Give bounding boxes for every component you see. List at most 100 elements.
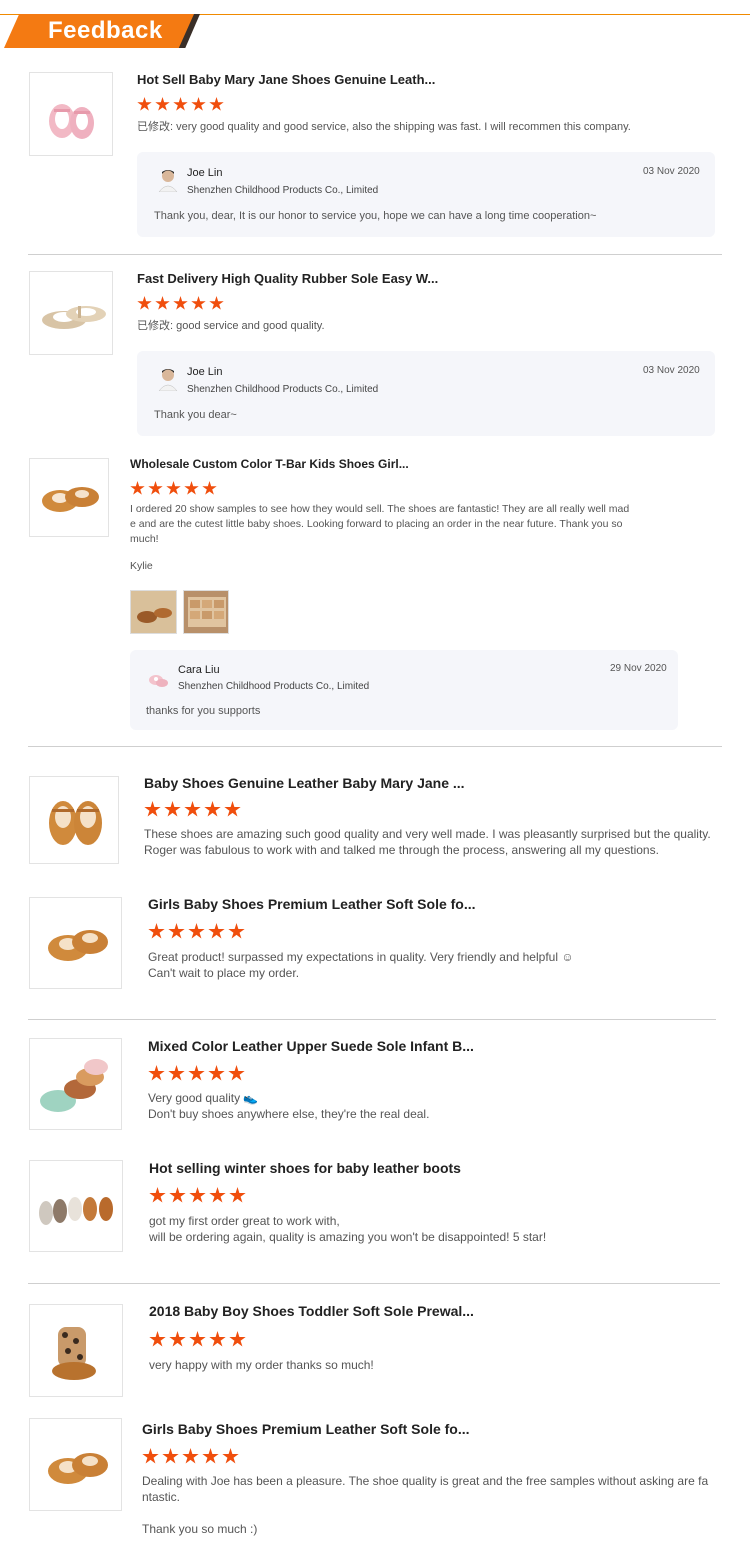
product-title-link[interactable]: 2018 Baby Boy Shoes Toddler Soft Sole Pr… bbox=[149, 1303, 474, 1319]
product-thumbnail[interactable] bbox=[29, 1418, 122, 1511]
edited-label: 已修改: bbox=[137, 320, 174, 332]
product-title-link[interactable]: Wholesale Custom Color T-Bar Kids Shoes … bbox=[130, 457, 409, 471]
review-comment: 已修改: good service and good quality. bbox=[137, 319, 325, 334]
reply-date: 03 Nov 2020 bbox=[643, 365, 700, 376]
review-comment: Dealing with Joe has been a pleasure. Th… bbox=[142, 1473, 708, 1537]
star-icon bbox=[155, 97, 170, 111]
comment-line: ntastic. bbox=[142, 1490, 181, 1504]
star-icon bbox=[169, 1187, 186, 1203]
star-icon bbox=[155, 296, 170, 310]
star-rating bbox=[130, 481, 217, 496]
star-icon bbox=[164, 801, 181, 817]
star-icon bbox=[204, 801, 221, 817]
star-icon bbox=[229, 1187, 246, 1203]
product-title-link[interactable]: Girls Baby Shoes Premium Leather Soft So… bbox=[148, 896, 476, 912]
star-icon bbox=[137, 97, 152, 111]
star-icon bbox=[189, 1187, 206, 1203]
reply-company: Shenzhen Childhood Products Co., Limited bbox=[187, 384, 379, 395]
shoes-photo-icon bbox=[131, 591, 176, 633]
seller-reply: Joe Lin Shenzhen Childhood Products Co.,… bbox=[137, 351, 715, 436]
review-photo[interactable] bbox=[130, 590, 177, 634]
product-title-link[interactable]: Fast Delivery High Quality Rubber Sole E… bbox=[137, 271, 438, 286]
product-thumbnail[interactable] bbox=[29, 72, 113, 156]
star-icon bbox=[137, 296, 152, 310]
star-rating bbox=[144, 801, 241, 818]
star-icon bbox=[229, 1331, 246, 1347]
divider bbox=[28, 1019, 716, 1020]
comment-text: very good quality and good service, also… bbox=[173, 121, 631, 133]
comment-line: Roger was fabulous to work with and talk… bbox=[144, 843, 659, 857]
avatar bbox=[158, 369, 178, 391]
gold-shoe-icon bbox=[42, 306, 106, 329]
star-icon bbox=[191, 97, 206, 111]
comment-line: Can't wait to place my order. bbox=[148, 966, 300, 980]
tan-t-bar-icon bbox=[48, 1453, 108, 1484]
seller-reply: Cara Liu Shenzhen Childhood Products Co.… bbox=[130, 650, 678, 730]
star-icon bbox=[188, 1065, 205, 1081]
product-thumbnail[interactable] bbox=[29, 897, 122, 989]
star-rating bbox=[148, 1065, 245, 1082]
star-icon bbox=[173, 97, 188, 111]
review-comment: got my first order great to work with, w… bbox=[149, 1213, 546, 1245]
product-title-link[interactable]: Hot selling winter shoes for baby leathe… bbox=[149, 1160, 461, 1176]
star-rating bbox=[148, 923, 245, 940]
pink-shoe-icon bbox=[49, 104, 94, 139]
review-comment: very happy with my order thanks so much! bbox=[149, 1357, 374, 1373]
divider bbox=[28, 1283, 720, 1284]
review-comment: I ordered 20 show samples to see how the… bbox=[130, 502, 629, 547]
star-icon bbox=[209, 1187, 226, 1203]
star-icon bbox=[202, 1448, 219, 1464]
comment-line: will be ordering again, quality is amazi… bbox=[149, 1230, 547, 1244]
tan-shoe-icon bbox=[42, 487, 99, 512]
comment-line bbox=[142, 1505, 708, 1521]
star-icon bbox=[184, 481, 199, 495]
comment-line: I ordered 20 show samples to see how the… bbox=[130, 503, 630, 515]
star-icon bbox=[189, 1331, 206, 1347]
product-thumbnail[interactable] bbox=[29, 271, 113, 355]
comment-line: Great product! surpassed my expectations… bbox=[148, 950, 574, 964]
review-comment: These shoes are amazing such good qualit… bbox=[144, 826, 711, 858]
product-title-link[interactable]: Mixed Color Leather Upper Suede Sole Inf… bbox=[148, 1038, 474, 1054]
star-icon bbox=[188, 923, 205, 939]
comment-line: much! bbox=[130, 533, 159, 545]
product-title-link[interactable]: Baby Shoes Genuine Leather Baby Mary Jan… bbox=[144, 775, 465, 791]
star-icon bbox=[166, 481, 181, 495]
comment-line: got my first order great to work with, bbox=[149, 1214, 340, 1228]
comment-text: good service and good quality. bbox=[173, 320, 325, 332]
comment-line: very happy with my order thanks so much! bbox=[149, 1358, 374, 1372]
review-author: Kylie bbox=[130, 560, 153, 572]
comment-line: Don't buy shoes anywhere else, they're t… bbox=[148, 1107, 430, 1121]
product-thumbnail[interactable] bbox=[29, 1038, 122, 1130]
star-icon bbox=[168, 1065, 185, 1081]
reply-company: Shenzhen Childhood Products Co., Limited bbox=[187, 185, 379, 196]
star-icon bbox=[182, 1448, 199, 1464]
product-thumbnail[interactable] bbox=[29, 1160, 123, 1252]
star-rating bbox=[137, 97, 224, 112]
reply-author: Cara Liu bbox=[178, 664, 220, 676]
star-icon bbox=[222, 1448, 239, 1464]
star-icon bbox=[162, 1448, 179, 1464]
star-icon bbox=[208, 1065, 225, 1081]
star-icon bbox=[209, 1331, 226, 1347]
reply-date: 03 Nov 2020 bbox=[643, 166, 700, 177]
review-photo[interactable] bbox=[183, 590, 229, 634]
winter-boots-icon bbox=[39, 1197, 113, 1225]
product-thumbnail[interactable] bbox=[29, 776, 119, 864]
reply-author: Joe Lin bbox=[187, 366, 223, 378]
reply-text: Thank you, dear, It is our honor to serv… bbox=[154, 210, 597, 222]
star-icon bbox=[148, 1065, 165, 1081]
reply-text: Thank you dear~ bbox=[154, 409, 237, 421]
product-title-link[interactable]: Girls Baby Shoes Premium Leather Soft So… bbox=[142, 1421, 470, 1437]
review-comment: 已修改: very good quality and good service,… bbox=[137, 120, 631, 135]
comment-line: Thank you so much :) bbox=[142, 1522, 258, 1536]
divider bbox=[28, 254, 722, 255]
review-comment: Great product! surpassed my expectations… bbox=[148, 949, 574, 981]
product-title-link[interactable]: Hot Sell Baby Mary Jane Shoes Genuine Le… bbox=[137, 72, 435, 87]
tan-mary-jane-icon bbox=[49, 801, 102, 845]
star-icon bbox=[142, 1448, 159, 1464]
comment-line: Very good quality 👟 bbox=[148, 1091, 259, 1105]
star-icon bbox=[148, 481, 163, 495]
product-thumbnail[interactable] bbox=[29, 1304, 123, 1397]
product-thumbnail[interactable] bbox=[29, 458, 109, 537]
comment-line: These shoes are amazing such good qualit… bbox=[144, 827, 711, 841]
